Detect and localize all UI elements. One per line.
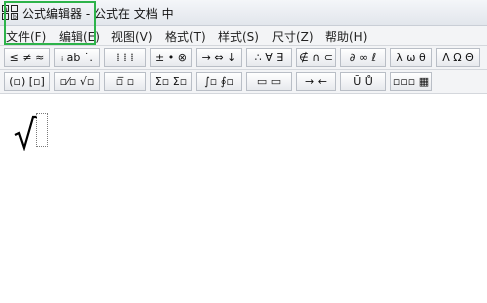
menu-view[interactable]: 视图(V)	[111, 28, 153, 45]
svg-text:b: b	[13, 14, 17, 20]
matrix-templates-button[interactable]: ▫▫▫ ▦	[390, 72, 432, 91]
integral-templates-button[interactable]: ∫▫ ∮▫	[196, 72, 242, 91]
square-root-sign-icon	[14, 115, 37, 151]
arrow-symbols-button[interactable]: → ⇔ ↓	[196, 48, 242, 67]
set-theory-symbols-button[interactable]: ∉ ∩ ⊂	[296, 48, 336, 67]
title-bar: a b 公式编辑器 - 公式在 文档 中	[0, 0, 487, 26]
template-palette-toolbar: (▫) [▫] ▫⁄▫ √▫ ▫̅ ▫ Σ▫ Σ▫ ∫▫ ∮▫ ▭ ▭ → ← …	[0, 70, 487, 94]
embellishments-button[interactable]: ⁞ ⁞ ⁞	[104, 48, 146, 67]
spaces-ellipses-button[interactable]: ᵢ ab ˙.	[54, 48, 100, 67]
menu-size[interactable]: 尺寸(Z)	[272, 28, 314, 45]
product-set-templates-button[interactable]: Ū Ů	[340, 72, 386, 91]
svg-text:a: a	[4, 6, 8, 13]
greek-uppercase-button[interactable]: Λ Ω Θ	[436, 48, 480, 67]
menu-style[interactable]: 样式(S)	[218, 28, 259, 45]
equation-editor-app-icon: a b	[2, 5, 18, 21]
fence-templates-button[interactable]: (▫) [▫]	[4, 72, 50, 91]
misc-symbols-button[interactable]: ∂ ∞ ℓ	[340, 48, 386, 67]
fraction-radical-templates-button[interactable]: ▫⁄▫ √▫	[54, 72, 100, 91]
symbol-palette-toolbar: ≤ ≠ ≈ ᵢ ab ˙. ⁞ ⁞ ⁞ ± • ⊗ → ⇔ ↓ ∴ ∀ ∃ ∉ …	[0, 46, 487, 70]
radicand-placeholder-slot[interactable]	[36, 113, 48, 147]
greek-lowercase-button[interactable]: λ ω θ	[390, 48, 432, 67]
underbar-overbar-templates-button[interactable]: ▭ ▭	[246, 72, 292, 91]
window-title: 公式编辑器 - 公式在 文档 中	[22, 7, 174, 21]
equation-editing-area[interactable]	[0, 95, 487, 303]
menu-edit[interactable]: 编辑(E)	[59, 28, 100, 45]
labeled-arrow-templates-button[interactable]: → ←	[296, 72, 336, 91]
summation-templates-button[interactable]: Σ▫ Σ▫	[150, 72, 192, 91]
menu-format[interactable]: 格式(T)	[165, 28, 206, 45]
logical-symbols-button[interactable]: ∴ ∀ ∃	[246, 48, 292, 67]
operator-symbols-button[interactable]: ± • ⊗	[150, 48, 192, 67]
menu-help[interactable]: 帮助(H)	[325, 28, 367, 45]
menu-file[interactable]: 文件(F)	[6, 28, 46, 45]
relational-symbols-button[interactable]: ≤ ≠ ≈	[4, 48, 50, 67]
menu-bar: 文件(F) 编辑(E) 视图(V) 格式(T) 样式(S) 尺寸(Z) 帮助(H…	[0, 26, 487, 46]
subscript-superscript-templates-button[interactable]: ▫̅ ▫	[104, 72, 146, 91]
